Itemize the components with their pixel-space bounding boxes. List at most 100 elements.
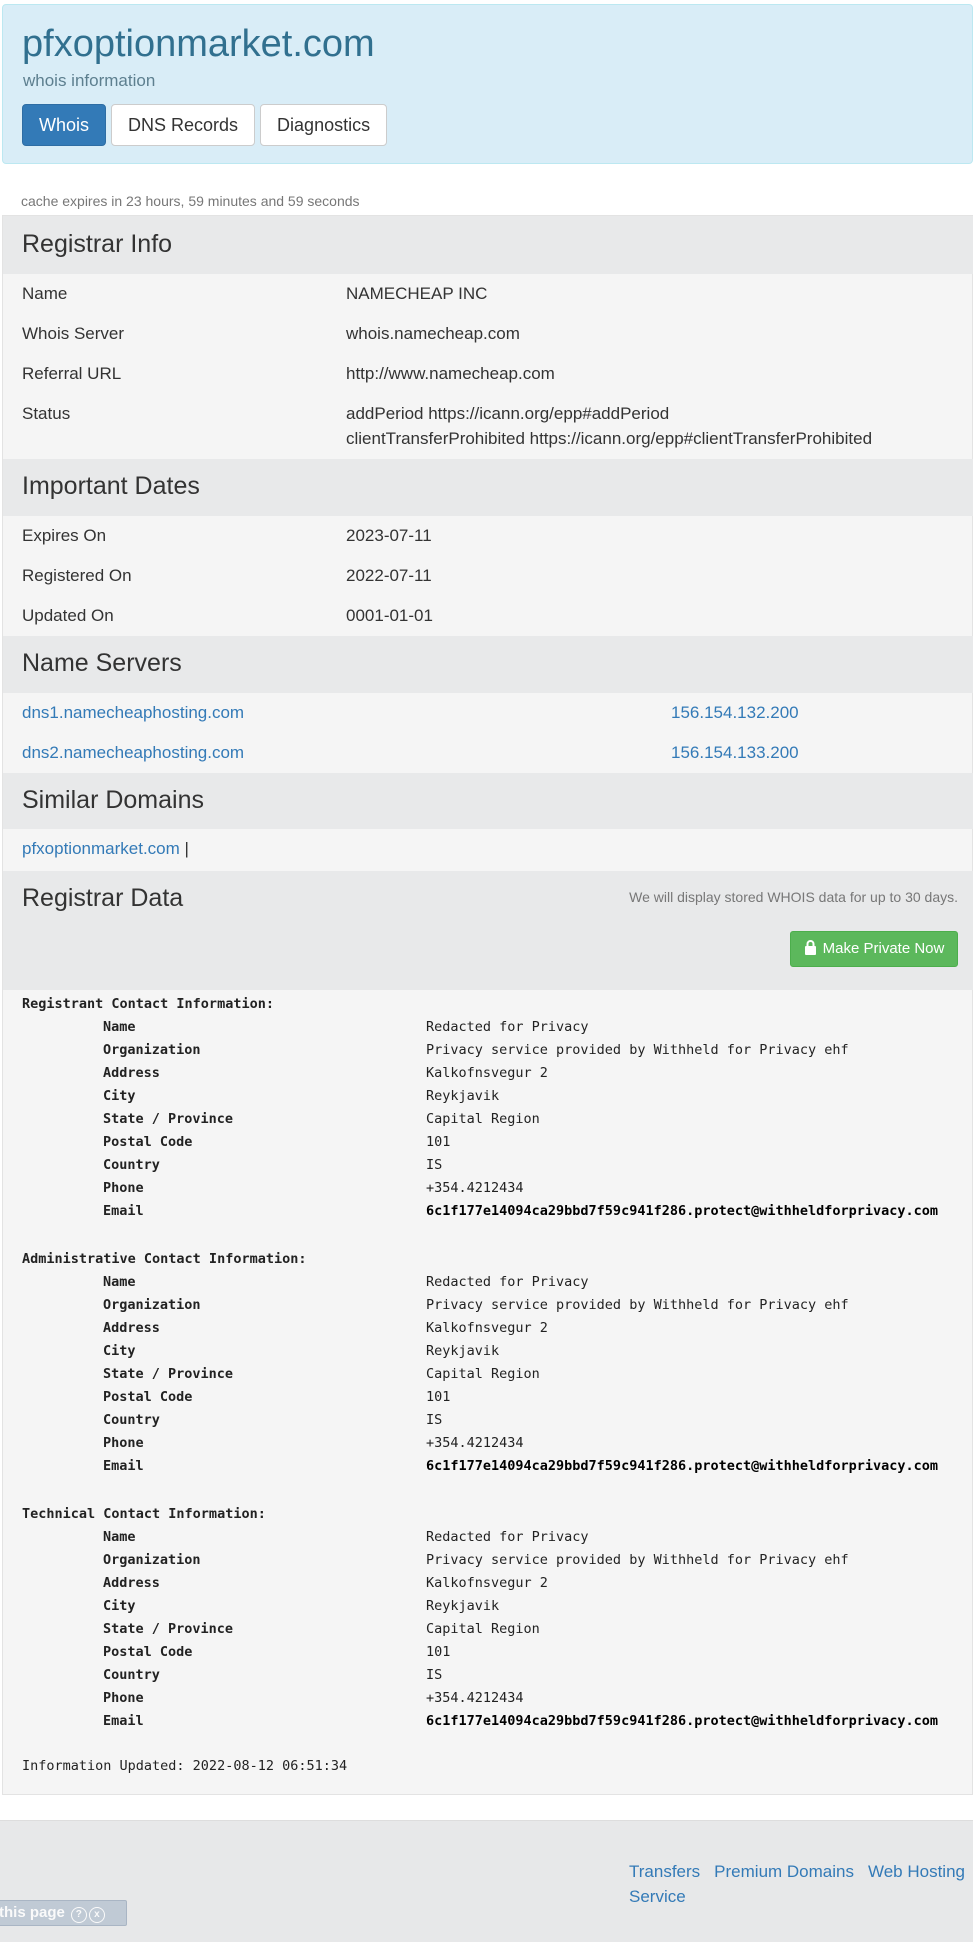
section-title: Registrar Info (22, 230, 173, 258)
section-title: Important Dates (22, 472, 200, 500)
field-value: IS (426, 1157, 443, 1173)
field-value: 101 (426, 1134, 451, 1150)
make-private-button[interactable]: Make Private Now (790, 931, 958, 967)
field-value: Reykjavik (426, 1598, 500, 1614)
section-title: Registrar Data (22, 884, 184, 912)
field-value: Capital Region (426, 1111, 540, 1127)
tab-dns-records[interactable]: DNS Records (111, 104, 256, 146)
field-label: Postal Code (103, 1134, 193, 1150)
field-value: Privacy service provided by Withheld for… (426, 1297, 849, 1313)
retention-note: We will display stored WHOIS data for up… (629, 889, 958, 905)
section-title: Similar Domains (22, 786, 204, 814)
field-value: Kalkofnsvegur 2 (426, 1320, 548, 1336)
field-value: 101 (426, 1389, 451, 1405)
row-label: Expires On (22, 526, 107, 545)
field-value: Kalkofnsvegur 2 (426, 1575, 548, 1591)
field-value: IS (426, 1667, 443, 1683)
row-label: Updated On (22, 606, 114, 625)
row-value: 2022-07-11 (346, 566, 432, 585)
field-value: Capital Region (426, 1621, 540, 1637)
tab-whois[interactable]: Whois (22, 104, 107, 146)
row-value: http://www.namecheap.com (346, 364, 555, 383)
field-label: Name (103, 1019, 136, 1035)
field-label: Phone (103, 1435, 144, 1451)
field-value: Privacy service provided by Withheld for… (426, 1552, 849, 1568)
section-registrar-info: Registrar Info (3, 216, 973, 274)
nameserver-host-link[interactable]: dns2.namecheaphosting.com (22, 743, 244, 763)
row-value: NAMECHEAP INC (346, 284, 488, 303)
row-label: Registered On (22, 566, 132, 585)
field-label: State / Province (103, 1111, 234, 1127)
field-label: Email (103, 1203, 144, 1219)
information-updated: Information Updated: 2022-08-12 06:51:34 (22, 1758, 348, 1774)
field-label: Address (103, 1065, 160, 1081)
field-label: Postal Code (103, 1644, 193, 1660)
field-value: IS (426, 1412, 443, 1428)
row-value: 2023-07-11 (346, 526, 432, 545)
field-label: State / Province (103, 1366, 234, 1382)
page-widget-badge[interactable]: this page? x (0, 1900, 127, 1926)
row-value: 0001-01-01 (346, 606, 433, 625)
field-label: State / Province (103, 1621, 234, 1637)
field-value: Redacted for Privacy (426, 1274, 589, 1290)
row-label: Status (22, 404, 71, 423)
field-label: Email (103, 1458, 144, 1474)
similar-domain-link[interactable]: pfxoptionmarket.com (22, 839, 180, 858)
row-label: Referral URL (22, 364, 122, 383)
field-value: +354.4212434 (426, 1690, 524, 1706)
field-value: 101 (426, 1644, 451, 1660)
row-value: whois.namecheap.com (346, 324, 520, 343)
tab-bar: Whois DNS Records Diagnostics (22, 104, 388, 146)
nameserver-host-link[interactable]: dns1.namecheaphosting.com (22, 703, 244, 723)
nameserver-ip-link[interactable]: 156.154.133.200 (671, 743, 799, 763)
page-footer: Transfers Premium Domains Web Hosting Serv… (0, 1820, 973, 1942)
contact-group-title: Registrant Contact Information: (22, 996, 274, 1012)
field-value: +354.4212434 (426, 1180, 524, 1196)
field-label: Country (103, 1157, 160, 1173)
field-label: Organization (103, 1042, 201, 1058)
field-label: Name (103, 1274, 136, 1290)
contact-group-title: Technical Contact Information: (22, 1506, 266, 1522)
field-value: +354.4212434 (426, 1435, 524, 1451)
close-icon[interactable]: x (88, 1907, 105, 1923)
field-value: Reykjavik (426, 1343, 500, 1359)
field-value: Redacted for Privacy (426, 1529, 589, 1545)
make-private-label: Make Private Now (822, 940, 945, 957)
section-important-dates: Important Dates (3, 459, 973, 516)
field-label: City (103, 1088, 136, 1104)
footer-link-web-hosting[interactable]: Web Hosting (868, 1862, 965, 1881)
field-label: Phone (103, 1180, 144, 1196)
separator: | (184, 839, 189, 858)
field-value: Capital Region (426, 1366, 540, 1382)
field-label: City (103, 1598, 136, 1614)
field-label: Name (103, 1529, 136, 1545)
footer-link-service[interactable]: Service (629, 1887, 686, 1906)
contact-group-title: Administrative Contact Information: (22, 1251, 307, 1267)
field-value: Kalkofnsvegur 2 (426, 1065, 548, 1081)
footer-links: Transfers Premium Domains Web Hosting Serv… (629, 1859, 973, 1909)
field-label: Address (103, 1320, 160, 1336)
field-label: Country (103, 1667, 160, 1683)
whois-panel: Registrar Info Name NAMECHEAP INC Whois … (2, 215, 973, 1795)
page-header: pfxoptionmarket.com whois information Wh… (2, 4, 973, 164)
field-label: Phone (103, 1690, 144, 1706)
section-similar-domains: Similar Domains (3, 773, 973, 829)
row-value: clientTransferProhibited https://icann.o… (346, 429, 873, 448)
footer-link-transfers[interactable]: Transfers (629, 1862, 700, 1881)
nameserver-ip-link[interactable]: 156.154.132.200 (671, 703, 799, 723)
cache-notice: cache expires in 23 hours, 59 minutes an… (21, 193, 360, 209)
field-value: Redacted for Privacy (426, 1019, 589, 1035)
row-label: Whois Server (22, 324, 125, 343)
field-value: Reykjavik (426, 1088, 500, 1104)
help-icon[interactable]: ? (70, 1907, 87, 1923)
section-name-servers: Name Servers (3, 636, 973, 693)
field-label: Organization (103, 1297, 201, 1313)
field-label: City (103, 1343, 136, 1359)
row-value: addPeriod https://icann.org/epp#addPerio… (346, 404, 670, 423)
field-label: Organization (103, 1552, 201, 1568)
field-label: Country (103, 1412, 160, 1428)
tab-diagnostics[interactable]: Diagnostics (260, 104, 388, 146)
badge-label: this page (0, 1904, 65, 1921)
field-label: Postal Code (103, 1389, 193, 1405)
footer-link-premium-domains[interactable]: Premium Domains (714, 1862, 854, 1881)
